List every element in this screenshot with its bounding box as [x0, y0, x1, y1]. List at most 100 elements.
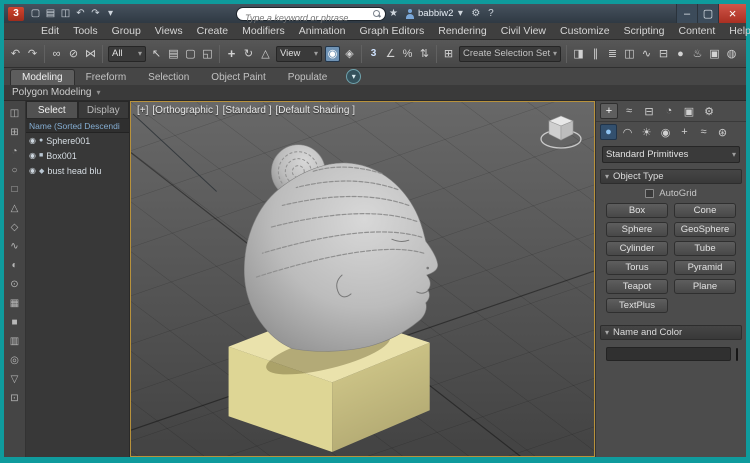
display-all-icon[interactable]: ⊞ [7, 125, 23, 140]
help-icon[interactable]: ? [483, 6, 498, 21]
primitive-category-dropdown[interactable]: Standard Primitives ▾ [602, 146, 740, 163]
menu-views[interactable]: Views [148, 25, 190, 37]
menu-help[interactable]: Help [722, 25, 750, 37]
sort-type-icon[interactable]: ▽ [7, 372, 23, 387]
viewport-canvas[interactable] [131, 102, 594, 456]
geosphere-button[interactable]: GeoSphere [674, 222, 736, 237]
select-by-name-icon[interactable]: ▤ [166, 46, 181, 62]
maximize-button[interactable]: ▢ [697, 4, 718, 23]
redo-scene-icon[interactable]: ↷ [25, 46, 40, 62]
menu-civil-view[interactable]: Civil View [494, 25, 553, 37]
shapes-category-icon[interactable]: ◠ [619, 124, 636, 140]
menu-rendering[interactable]: Rendering [431, 25, 493, 37]
reference-coordinate-dropdown[interactable]: View ▾ [276, 45, 322, 62]
display-hidden-icon[interactable]: ▥ [7, 334, 23, 349]
create-tab-icon[interactable]: + [600, 103, 618, 119]
named-selection-set-dropdown[interactable]: Create Selection Set ▾ [459, 45, 561, 62]
spinner-snap-icon[interactable]: ⇅ [417, 46, 432, 62]
edit-named-selection-sets-icon[interactable]: ⊞ [441, 46, 456, 62]
hierarchy-tab-icon[interactable]: ⊟ [640, 103, 658, 119]
ribbon-tab-selection[interactable]: Selection [137, 69, 200, 85]
rendered-frame-icon[interactable]: ▣ [707, 46, 722, 62]
viewcube[interactable] [538, 109, 584, 153]
select-and-rotate-icon[interactable]: ↻ [241, 46, 256, 62]
select-and-scale-icon[interactable]: △ [258, 46, 273, 62]
spacewarps-category-icon[interactable]: ≈ [695, 124, 712, 140]
modify-tab-icon[interactable]: ≈ [620, 103, 638, 119]
pyramid-button[interactable]: Pyramid [674, 260, 736, 275]
menu-content[interactable]: Content [671, 25, 722, 37]
tab-display[interactable]: Display [77, 101, 129, 119]
cylinder-button[interactable]: Cylinder [606, 241, 668, 256]
teapot-button[interactable]: Teapot [606, 279, 668, 294]
use-pivot-center-icon[interactable]: ◉ [325, 45, 340, 62]
new-scene-icon[interactable]: ▢ [28, 6, 43, 21]
menu-edit[interactable]: Edit [34, 25, 66, 37]
motion-tab-icon[interactable]: ◔ [660, 103, 678, 119]
geometry-category-icon[interactable]: ● [600, 124, 617, 140]
viewport-pov-label[interactable]: [Orthographic ] [152, 105, 218, 116]
ribbon-tab-populate[interactable]: Populate [277, 69, 338, 85]
visibility-eye-icon[interactable]: ◉ [29, 136, 36, 145]
sphere-button[interactable]: Sphere [606, 222, 668, 237]
display-particles-icon[interactable]: ⊙ [7, 277, 23, 292]
systems-category-icon[interactable]: ⊛ [714, 124, 731, 140]
display-frozen-icon[interactable]: ■ [7, 315, 23, 330]
ribbon-tab-object-paint[interactable]: Object Paint [200, 69, 276, 85]
name-color-rollout-header[interactable]: ▾ Name and Color [600, 325, 742, 340]
viewport-shading-label[interactable]: [Default Shading ] [275, 105, 355, 116]
plane-button[interactable]: Plane [674, 279, 736, 294]
menu-modifiers[interactable]: Modifiers [235, 25, 292, 37]
select-and-link-icon[interactable]: ∞ [49, 46, 64, 62]
snaps-toggle-icon[interactable]: 3 [366, 46, 381, 62]
bind-to-spacewarp-icon[interactable]: ⋈ [83, 46, 98, 62]
display-cameras-icon[interactable]: ◇ [7, 220, 23, 235]
user-dropdown-icon[interactable]: ▾ [456, 6, 464, 21]
menu-group[interactable]: Group [105, 25, 148, 37]
display-geometry-icon[interactable]: ○ [7, 163, 23, 178]
display-tab-icon[interactable]: ▣ [680, 103, 698, 119]
schematic-view-icon[interactable]: ⊟ [656, 46, 671, 62]
menu-animation[interactable]: Animation [292, 25, 353, 37]
helpers-category-icon[interactable]: + [676, 124, 693, 140]
unlink-selection-icon[interactable]: ⊘ [66, 46, 81, 62]
toggle-scene-explorer-icon[interactable]: ◫ [622, 46, 637, 62]
menu-graph-editors[interactable]: Graph Editors [352, 25, 431, 37]
display-shapes-icon[interactable]: □ [7, 182, 23, 197]
undo-icon[interactable]: ↶ [73, 6, 88, 21]
utilities-tab-icon[interactable]: ⚙ [700, 103, 718, 119]
angle-snap-icon[interactable]: ∠ [383, 46, 398, 62]
settings-gear-icon[interactable]: ⚙ [468, 6, 483, 21]
box-button[interactable]: Box [606, 203, 668, 218]
display-none-icon[interactable]: ◫ [7, 106, 23, 121]
ribbon-tab-freeform[interactable]: Freeform [75, 69, 138, 85]
textplus-button[interactable]: TextPlus [606, 298, 668, 313]
selection-filter-dropdown[interactable]: All ▾ [108, 45, 146, 62]
window-crossing-icon[interactable]: ◱ [200, 46, 215, 62]
polygon-modeling-panel-bar[interactable]: Polygon Modeling ▾ [4, 85, 746, 101]
open-file-icon[interactable]: ▤ [43, 6, 58, 21]
list-item[interactable]: ◉ ● Sphere001 [26, 133, 129, 148]
mirror-icon[interactable]: ◨ [571, 46, 586, 62]
minimize-button[interactable]: – [676, 4, 697, 23]
viewport-layout-label[interactable]: [Standard ] [223, 105, 272, 116]
visibility-eye-icon[interactable]: ◉ [29, 166, 36, 175]
autogrid-checkbox[interactable] [645, 188, 655, 198]
object-name-input[interactable] [606, 347, 731, 361]
display-helpers-icon[interactable]: ∿ [7, 239, 23, 254]
lights-category-icon[interactable]: ☀ [638, 124, 655, 140]
select-and-move-icon[interactable]: + [224, 46, 239, 62]
percent-snap-icon[interactable]: % [400, 46, 415, 62]
object-type-rollout-header[interactable]: ▾ Object Type [600, 169, 742, 184]
favorites-star-icon[interactable]: ★ [386, 6, 401, 21]
redo-icon[interactable]: ↷ [88, 6, 103, 21]
cameras-category-icon[interactable]: ◉ [657, 124, 674, 140]
curve-editor-icon[interactable]: ∿ [639, 46, 654, 62]
visibility-eye-icon[interactable]: ◉ [29, 151, 36, 160]
menu-tools[interactable]: Tools [66, 25, 105, 37]
object-color-swatch[interactable] [736, 347, 738, 361]
material-editor-icon[interactable]: ● [673, 46, 688, 62]
signed-in-user[interactable]: babbiw2 ▾ [405, 6, 464, 21]
explorer-name-column-header[interactable]: Name (Sorted Descendi [26, 119, 129, 133]
cone-button[interactable]: Cone [674, 203, 736, 218]
